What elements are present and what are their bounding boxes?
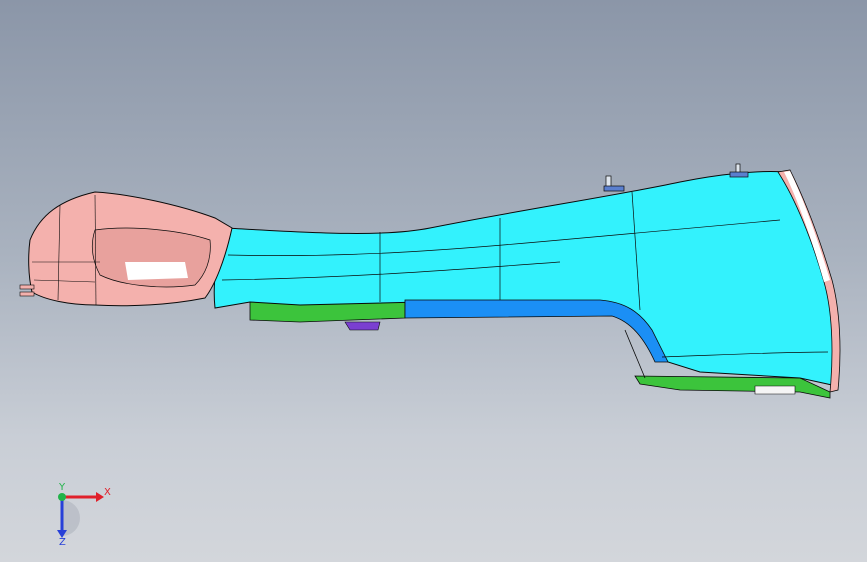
y-axis-origin (58, 493, 66, 501)
pink-highlight[interactable] (125, 262, 188, 280)
blue-lower-channel[interactable] (404, 299, 669, 363)
cyan-main-body[interactable] (213, 170, 836, 386)
purple-clip[interactable] (344, 321, 381, 331)
green-right-bracket[interactable] (634, 375, 831, 399)
z-axis-label: Z (59, 537, 66, 548)
3d-viewport[interactable]: X Y Z (0, 0, 867, 562)
cad-model[interactable] (0, 0, 867, 562)
x-axis-arrow (96, 492, 104, 502)
coordinate-triad: X Y Z (40, 480, 120, 550)
x-axis-label: X (104, 487, 111, 498)
white-clip-right[interactable] (754, 385, 796, 395)
y-axis-label: Y (59, 482, 66, 493)
